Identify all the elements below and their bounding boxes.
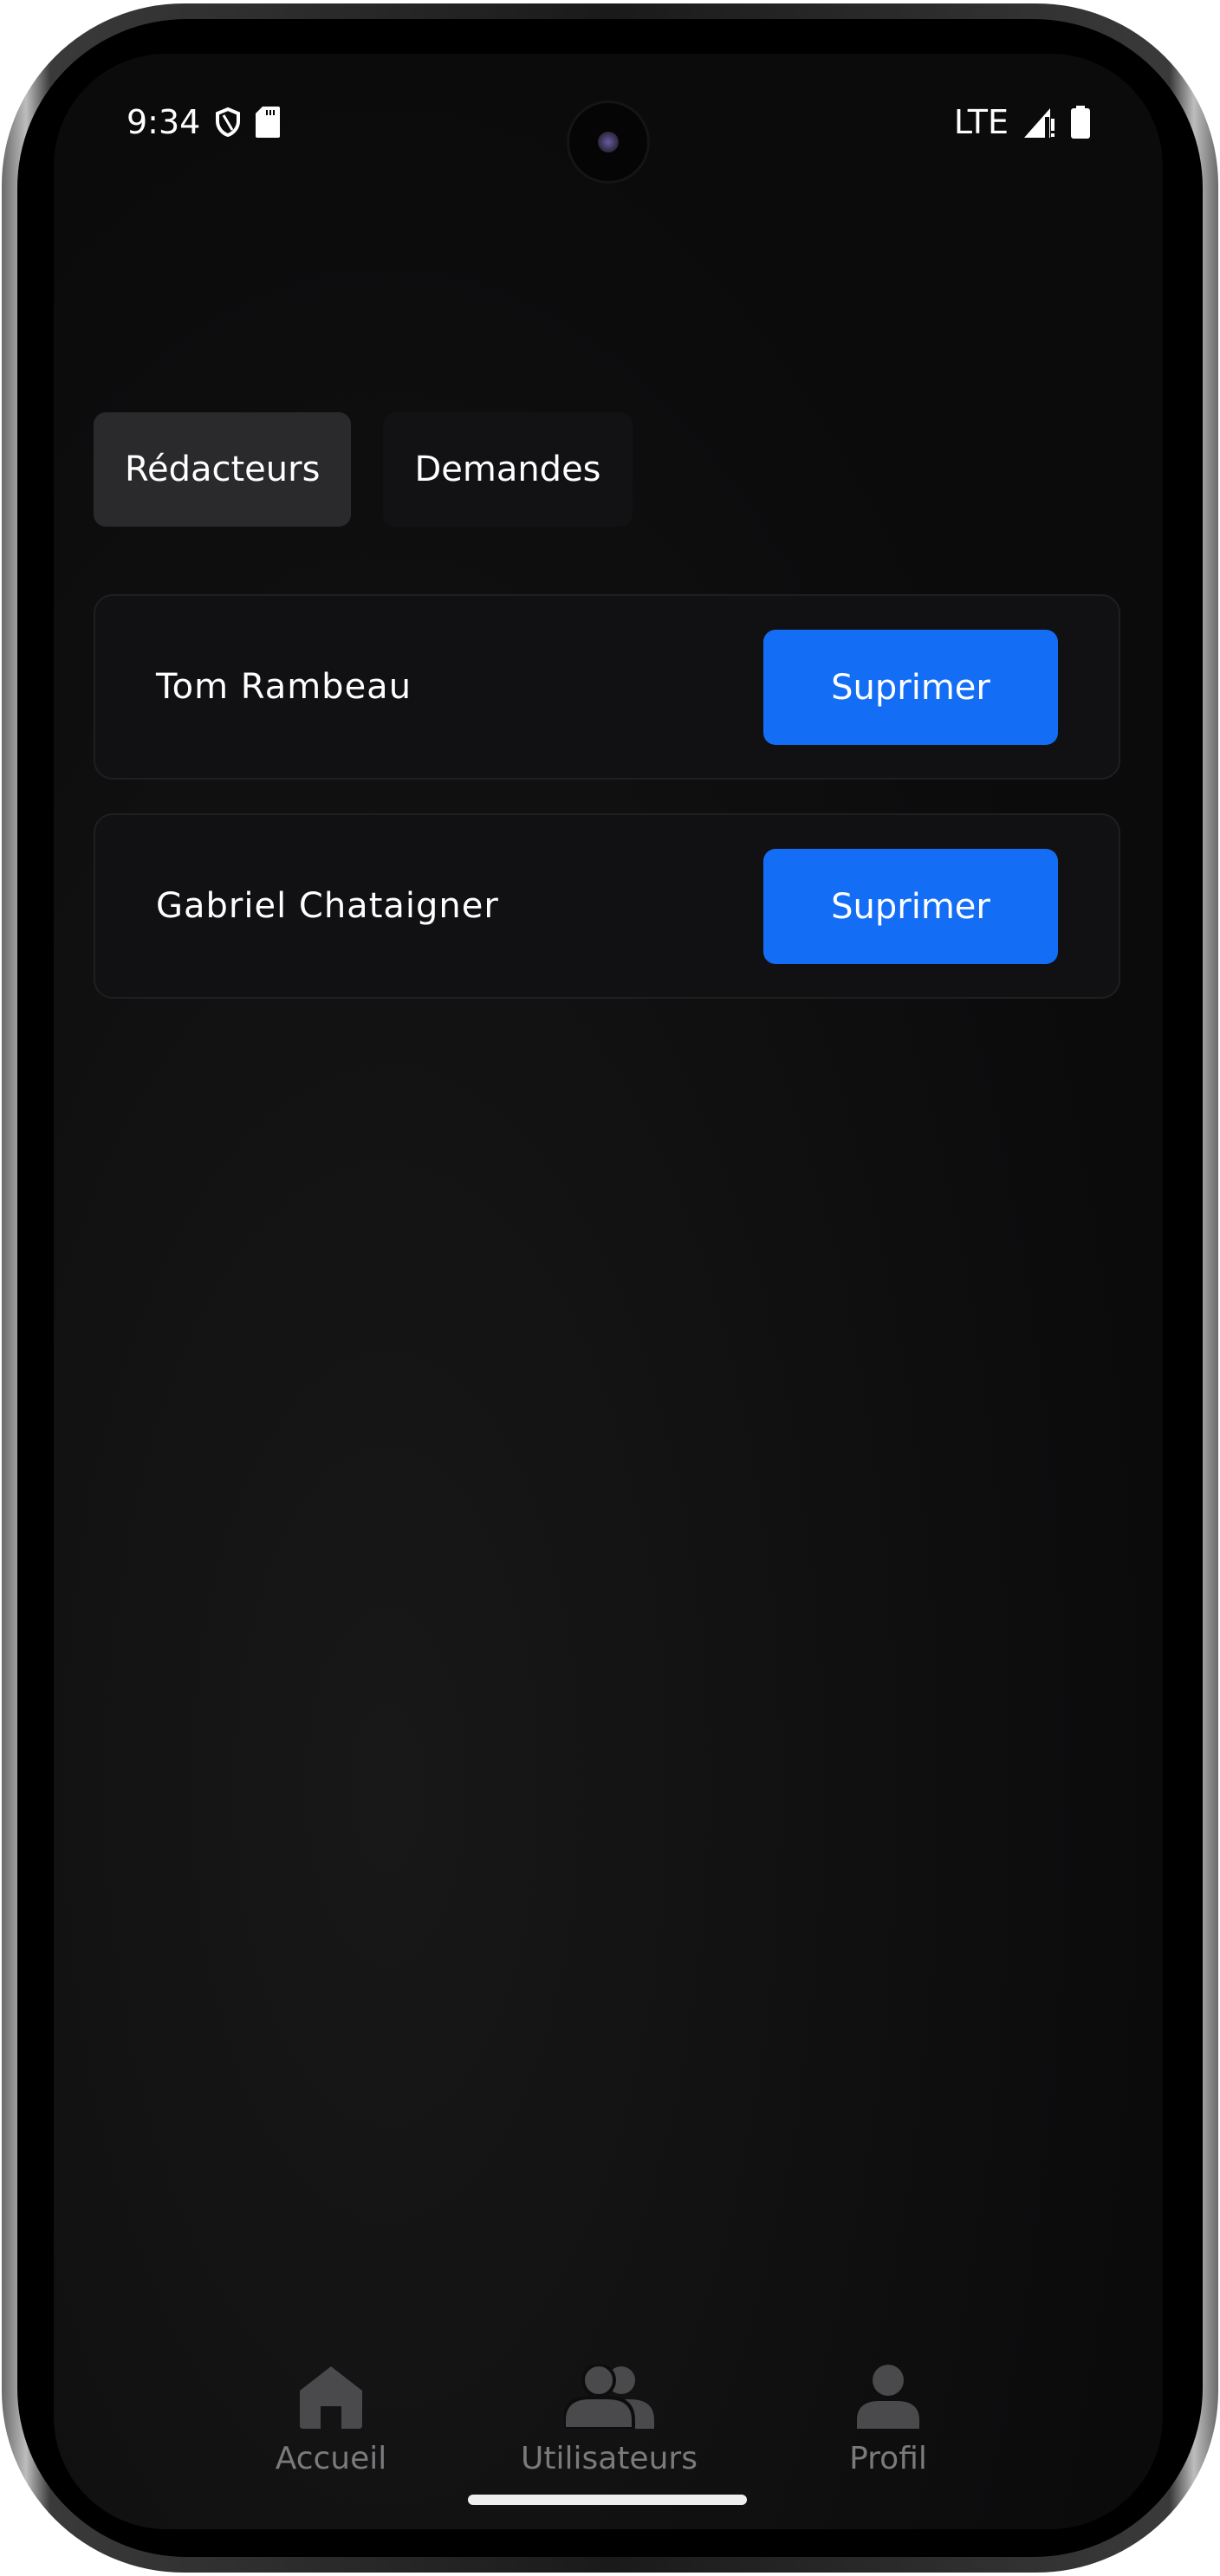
status-time: 9:34 (127, 103, 201, 141)
user-icon (857, 2365, 919, 2429)
shield-icon (216, 107, 241, 137)
screen: 9:34 LTE Rédacteurs Demandes Tom Rambeau… (54, 54, 1163, 2529)
nav-label: Utilisateurs (521, 2441, 698, 2476)
users-icon (564, 2365, 654, 2429)
nav-label: Accueil (275, 2441, 387, 2476)
front-camera (567, 100, 650, 184)
bottom-nav: Accueil Utilisateurs Profil (54, 2330, 1163, 2529)
delete-button[interactable]: Suprimer (763, 630, 1058, 745)
network-type: LTE (953, 103, 1009, 141)
tab-bar: Rédacteurs Demandes (94, 412, 633, 527)
tab-demandes[interactable]: Demandes (383, 412, 633, 527)
home-indicator[interactable] (468, 2495, 747, 2505)
writer-name: Tom Rambeau (156, 667, 412, 707)
writer-name: Gabriel Chataigner (156, 886, 499, 926)
signal-icon (1024, 108, 1055, 138)
battery-icon (1071, 106, 1090, 139)
nav-profil[interactable]: Profil (784, 2365, 992, 2476)
tab-redacteurs[interactable]: Rédacteurs (94, 412, 352, 527)
writer-card: Tom Rambeau Suprimer (94, 594, 1120, 780)
nav-label: Profil (849, 2441, 927, 2476)
nav-utilisateurs[interactable]: Utilisateurs (505, 2365, 713, 2476)
home-icon (300, 2366, 362, 2429)
sd-card-icon (256, 107, 281, 138)
nav-accueil[interactable]: Accueil (227, 2365, 435, 2476)
writer-card: Gabriel Chataigner Suprimer (94, 813, 1120, 999)
delete-button[interactable]: Suprimer (763, 849, 1058, 964)
